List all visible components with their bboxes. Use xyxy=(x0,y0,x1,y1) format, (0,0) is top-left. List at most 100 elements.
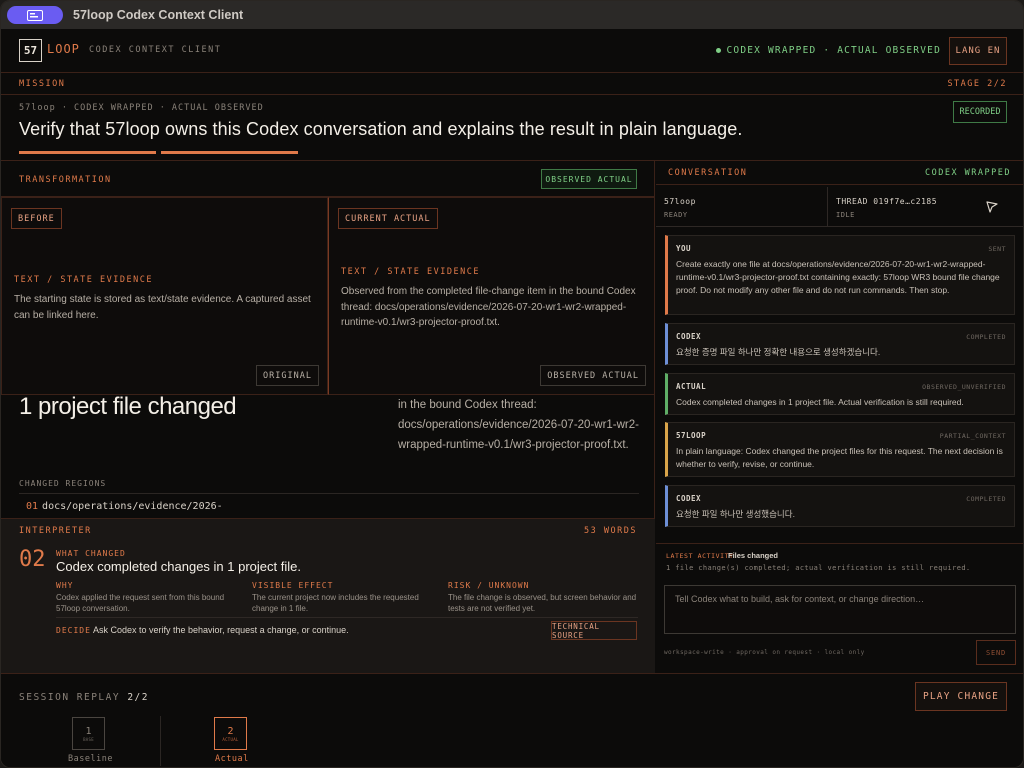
app-icon[interactable] xyxy=(7,6,63,24)
conversation-panel: CONVERSATION CODEX WRAPPED 57loop READY … xyxy=(656,161,1023,673)
why-heading: WHY xyxy=(56,581,74,590)
original-button[interactable]: ORIGINAL xyxy=(256,365,319,386)
interpreter-headline: Codex completed changes in 1 project fil… xyxy=(56,559,301,574)
changed-region-number: 01 xyxy=(26,501,39,512)
message-actual: ACTUAL OBSERVED_UNVERIFIED Codex complet… xyxy=(665,373,1015,415)
step-number: 1 xyxy=(85,725,92,737)
language-button[interactable]: LANG EN xyxy=(949,37,1007,65)
interpreter-label: INTERPRETER xyxy=(19,526,92,536)
progress-segment-1 xyxy=(19,151,156,154)
latest-activity: LATEST ACTIVITY Files changed 1 file cha… xyxy=(656,543,1023,577)
observed-actual-button[interactable]: OBSERVED ACTUAL xyxy=(541,169,637,189)
current-text: Observed from the completed file-change … xyxy=(341,286,636,328)
cursor-icon[interactable] xyxy=(985,200,999,214)
connection-status: CODEX WRAPPED · ACTUAL OBSERVED xyxy=(716,45,941,56)
mission-subtitle: 57loop · CODEX WRAPPED · ACTUAL OBSERVED xyxy=(19,103,264,113)
why-text: Codex applied the request sent from this… xyxy=(56,593,225,613)
app-window: 57loop Codex Context Client 57 LOOP CODE… xyxy=(0,0,1024,768)
current-kind: TEXT / STATE EVIDENCE xyxy=(341,267,480,277)
send-button[interactable]: SEND xyxy=(976,640,1016,665)
word-count: 53 WORDS xyxy=(584,526,637,536)
message-author: YOU xyxy=(676,244,692,253)
thread-b-state: IDLE xyxy=(836,211,855,219)
divider xyxy=(827,187,828,227)
transformation-label: TRANSFORMATION xyxy=(19,175,112,185)
result-side-text: in the bound Codex thread: docs/operatio… xyxy=(398,399,639,451)
step-number: 2 xyxy=(227,725,234,737)
mission-panel: 57loop · CODEX WRAPPED · ACTUAL OBSERVED… xyxy=(1,95,1023,161)
risk-heading: RISK / UNKNOWN xyxy=(448,581,530,590)
step-caption: BASE xyxy=(83,736,94,742)
before-text: The starting state is stored as text/sta… xyxy=(14,294,311,321)
message-state: COMPLETED xyxy=(966,333,1006,341)
play-change-button[interactable]: PLAY CHANGE xyxy=(915,682,1007,711)
thread-tab-codex[interactable]: THREAD 019f7e…c2185 IDLE xyxy=(836,187,986,227)
what-changed-label: WHAT CHANGED xyxy=(56,549,126,558)
thread-a-name: 57loop xyxy=(664,197,696,206)
latest-activity-label: LATEST ACTIVITY xyxy=(666,552,734,560)
thread-tab-57loop[interactable]: 57loop READY xyxy=(664,187,824,227)
risk-text: The file change is observed, but screen … xyxy=(448,593,637,613)
logo-mark: 57 xyxy=(19,39,42,62)
changed-regions-label: CHANGED REGIONS xyxy=(19,479,107,488)
message-author: CODEX xyxy=(676,494,702,503)
conversation-bar: CONVERSATION CODEX WRAPPED xyxy=(656,161,1023,185)
message-body: Create exactly one file at docs/operatio… xyxy=(676,259,1000,295)
latest-activity-text: 1 file change(s) completed; actual verif… xyxy=(666,564,971,572)
result-title: 1 project file changed xyxy=(19,393,237,420)
thread-b-name: THREAD 019f7e…c2185 xyxy=(836,197,938,206)
message-state: COMPLETED xyxy=(966,495,1006,503)
before-kind: TEXT / STATE EVIDENCE xyxy=(14,275,153,285)
message-state: OBSERVED_UNVERIFIED xyxy=(922,383,1006,391)
thread-a-state: READY xyxy=(664,211,688,219)
decide-text: Ask Codex to verify the behavior, reques… xyxy=(93,625,349,635)
logo-subtitle: CODEX CONTEXT CLIENT xyxy=(89,45,222,55)
observed-actual-footer-button[interactable]: OBSERVED ACTUAL xyxy=(540,365,646,386)
logo-word: LOOP xyxy=(47,42,80,56)
replay-step-1[interactable]: 1 BASE xyxy=(72,717,105,750)
visible-effect-heading: VISIBLE EFFECT xyxy=(252,581,334,590)
progress-segment-2 xyxy=(161,151,298,154)
visible-effect-column: VISIBLE EFFECT The current project now i… xyxy=(252,581,442,614)
step-label: Baseline xyxy=(68,754,113,764)
message-body: In plain language: Codex changed the pro… xyxy=(676,446,1003,469)
session-replay-label: SESSION REPLAY 2/2 xyxy=(19,692,149,703)
replay-step-2[interactable]: 2 ACTUAL xyxy=(214,717,247,750)
status-text: CODEX WRAPPED · ACTUAL OBSERVED xyxy=(726,45,941,56)
status-dot-icon xyxy=(716,48,722,53)
transformation-panel: TRANSFORMATION OBSERVED ACTUAL BEFORE TE… xyxy=(1,161,655,673)
divider xyxy=(160,716,161,766)
message-state: PARTIAL_CONTEXT xyxy=(939,432,1006,440)
window-title: 57loop Codex Context Client xyxy=(73,8,244,22)
recorded-badge: RECORDED xyxy=(953,101,1007,123)
title-bar: 57loop Codex Context Client xyxy=(1,1,1023,29)
message-body: 요청한 파일 하나만 생성했습니다. xyxy=(676,509,795,519)
message-author: 57LOOP xyxy=(676,431,707,440)
before-tag: BEFORE xyxy=(11,208,62,229)
message-author: ACTUAL xyxy=(676,382,707,391)
message-codex-1: CODEX COMPLETED 요청한 증명 파일 하나만 정확한 내용으로 생… xyxy=(665,323,1015,365)
message-state: SENT xyxy=(988,245,1006,253)
interpreter-number: 02 xyxy=(19,547,46,572)
conversation-status: CODEX WRAPPED xyxy=(924,168,1011,178)
session-replay: SESSION REPLAY 2/2 PLAY CHANGE 1 BASE Ba… xyxy=(1,673,1023,767)
latest-activity-title: Files changed xyxy=(728,551,779,560)
message-you: YOU SENT Create exactly one file at docs… xyxy=(665,235,1015,315)
app-header: 57 LOOP CODEX CONTEXT CLIENT CODEX WRAPP… xyxy=(1,29,1023,73)
message-composer[interactable]: Tell Codex what to build, ask for contex… xyxy=(664,585,1016,634)
message-body: Codex completed changes in 1 project fil… xyxy=(676,397,964,407)
message-body: 요청한 증명 파일 하나만 정확한 내용으로 생성하겠습니다. xyxy=(676,347,881,357)
changed-region-item[interactable]: 01 docs/operations/evidence/2026- xyxy=(26,501,223,513)
technical-source-button[interactable]: TECHNICAL SOURCE xyxy=(551,621,637,640)
step-label: Actual xyxy=(215,754,249,764)
message-57loop: 57LOOP PARTIAL_CONTEXT In plain language… xyxy=(665,422,1015,477)
message-author: CODEX xyxy=(676,332,702,341)
changed-region-path: docs/operations/evidence/2026- xyxy=(42,501,223,512)
current-card: CURRENT ACTUAL TEXT / STATE EVIDENCE Obs… xyxy=(328,197,655,395)
replay-count: 2/2 xyxy=(127,692,149,703)
mission-label: MISSION xyxy=(19,79,66,89)
step-caption: ACTUAL xyxy=(222,736,239,742)
message-codex-2: CODEX COMPLETED 요청한 파일 하나만 생성했습니다. xyxy=(665,485,1015,527)
stage-indicator: STAGE 2/2 xyxy=(947,79,1007,89)
transformation-bar: TRANSFORMATION OBSERVED ACTUAL xyxy=(1,161,655,197)
